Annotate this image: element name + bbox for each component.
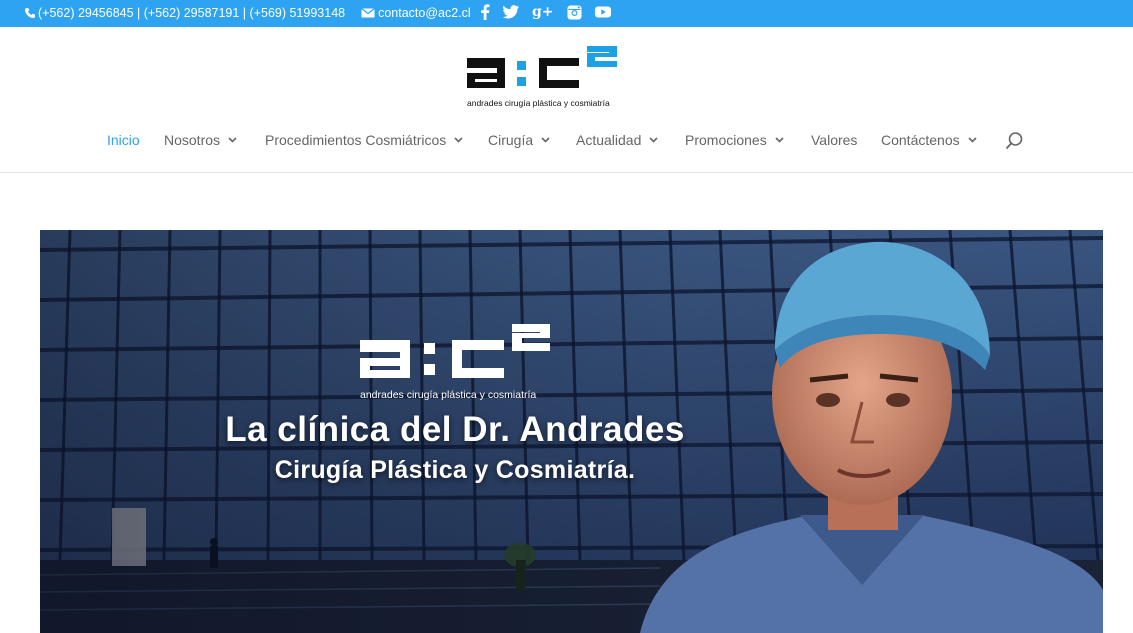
instagram-icon[interactable] <box>567 3 582 21</box>
hero-banner: andrades cirugía plástica y cosmiatría L… <box>40 230 1103 633</box>
nav-item-label: Procedimientos Cosmiátricos <box>265 132 447 148</box>
nav-item-contactenos[interactable]: Contáctenos <box>881 132 977 148</box>
hero-subtitle: Cirugía Plástica y Cosmiatría. <box>274 456 636 484</box>
email-link[interactable]: contacto@ac2.cl <box>361 6 471 20</box>
email-text: contacto@ac2.cl <box>378 6 471 20</box>
google-plus-icon[interactable]: g+ <box>532 3 554 21</box>
twitter-icon[interactable] <box>503 3 519 21</box>
search-icon[interactable] <box>1004 131 1024 151</box>
nav-item-label: Cirugía <box>488 132 534 148</box>
nav-item-label: Promociones <box>685 132 767 148</box>
nav-item-nosotros[interactable]: Nosotros <box>164 132 237 148</box>
nav-item-inicio[interactable]: Inicio <box>107 132 140 148</box>
nav-item-procedimientos[interactable]: Procedimientos Cosmiátricos <box>265 132 463 148</box>
nav-item-label: Inicio <box>107 132 140 148</box>
top-bar: (+562) 29456845 | (+562) 29587191 | (+56… <box>0 0 1133 27</box>
nav-item-label: Contáctenos <box>881 132 960 148</box>
chevron-down-icon <box>649 137 658 143</box>
chevron-down-icon <box>775 137 784 143</box>
youtube-icon[interactable] <box>594 3 611 21</box>
envelope-icon <box>361 8 375 18</box>
contact-info: (+562) 29456845 | (+562) 29587191 | (+56… <box>24 6 471 20</box>
social-links: g+ <box>480 3 611 21</box>
nav-item-cirugia[interactable]: Cirugía <box>488 132 550 148</box>
hero-title: La clínica del Dr. Andrades <box>225 410 685 449</box>
phone-icon <box>25 8 35 18</box>
logo-mark <box>467 46 617 88</box>
nav-item-actualidad[interactable]: Actualidad <box>576 132 658 148</box>
header-divider <box>0 172 1133 173</box>
chevron-down-icon <box>541 137 550 143</box>
nav-item-promociones[interactable]: Promociones <box>685 132 784 148</box>
main-navigation: Inicio Nosotros Procedimientos Cosmiátri… <box>0 127 1133 155</box>
chevron-down-icon <box>228 137 237 143</box>
nav-item-label: Valores <box>811 132 858 148</box>
chevron-down-icon <box>968 137 977 143</box>
nav-item-valores[interactable]: Valores <box>811 132 857 148</box>
logo-tagline: andrades cirugía plástica y cosmiatría <box>467 98 610 108</box>
nav-item-label: Nosotros <box>164 132 221 148</box>
phone-numbers: (+562) 29456845 | (+562) 29587191 | (+56… <box>38 6 346 20</box>
chevron-down-icon <box>454 137 463 143</box>
nav-item-label: Actualidad <box>576 132 642 148</box>
hero-logo: andrades cirugía plástica y cosmiatría <box>360 324 550 401</box>
hero-logo-tagline: andrades cirugía plástica y cosmiatría <box>360 389 536 401</box>
facebook-icon[interactable] <box>480 3 490 21</box>
site-logo[interactable]: andrades cirugía plástica y cosmiatría <box>465 46 667 110</box>
